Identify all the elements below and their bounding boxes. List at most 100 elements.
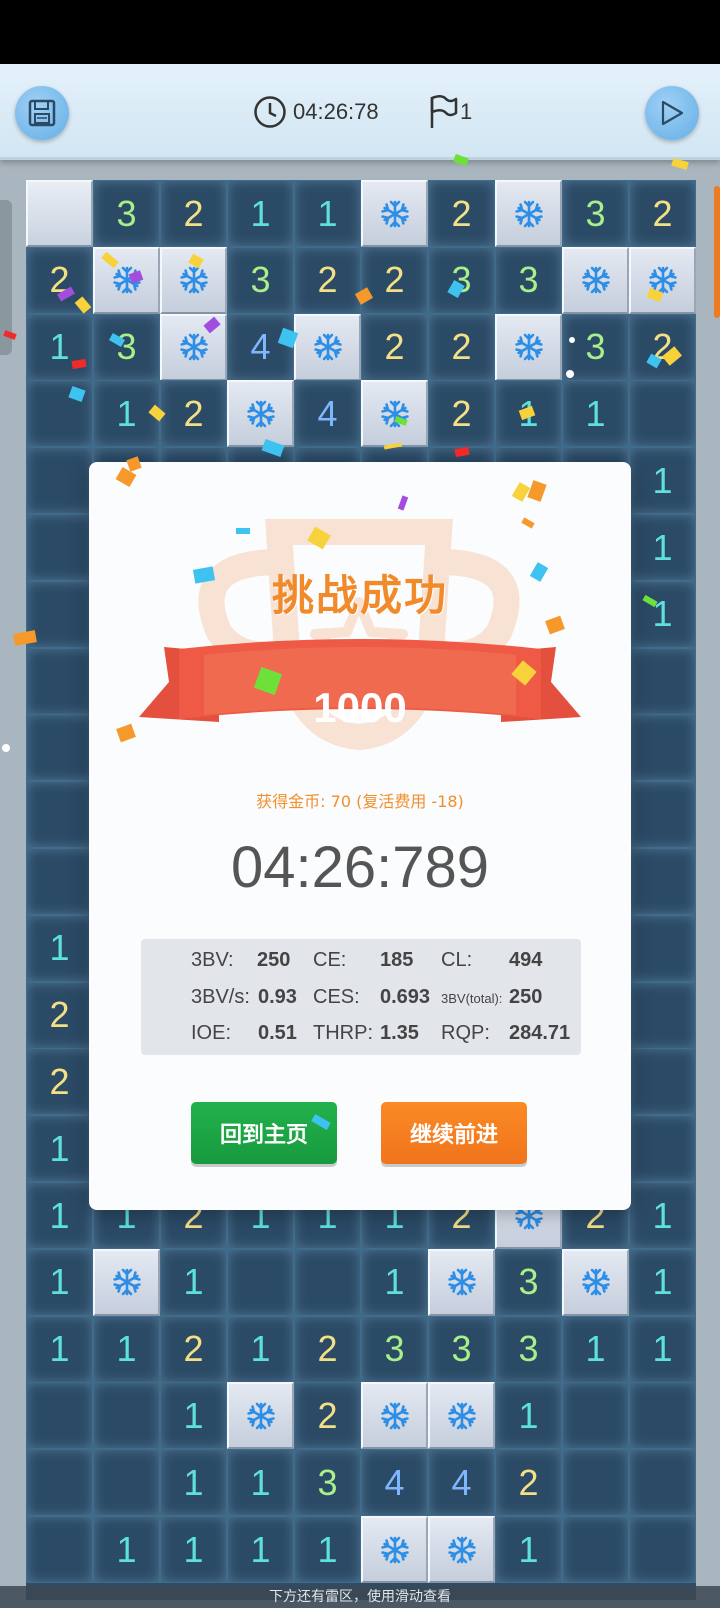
number-cell[interactable]: 2 [361, 246, 428, 314]
mine-cell[interactable] [361, 180, 428, 247]
number-cell[interactable]: 2 [629, 313, 696, 381]
number-cell[interactable]: 1 [629, 1315, 696, 1383]
number-cell[interactable]: 2 [294, 246, 361, 314]
play-button[interactable] [645, 86, 699, 140]
number-cell[interactable]: 1 [93, 1516, 160, 1583]
number-cell[interactable]: 2 [428, 313, 495, 381]
mine-cell[interactable] [227, 380, 294, 448]
number-cell[interactable]: 3 [227, 246, 294, 314]
number-cell[interactable]: 4 [428, 1449, 495, 1517]
number-cell[interactable]: 1 [93, 1315, 160, 1383]
left-scroll-rail[interactable] [0, 200, 12, 355]
number-cell[interactable]: 1 [495, 380, 562, 448]
number-cell[interactable]: 1 [361, 1248, 428, 1316]
number-cell[interactable]: 1 [26, 1248, 93, 1316]
number-cell[interactable]: 3 [361, 1315, 428, 1383]
number-cell[interactable]: 1 [26, 313, 93, 381]
mine-cell[interactable] [629, 246, 696, 314]
number-cell[interactable]: 3 [428, 246, 495, 314]
number-cell[interactable]: 4 [294, 380, 361, 448]
number-cell[interactable]: 2 [428, 380, 495, 448]
number-cell[interactable]: 2 [495, 1449, 562, 1517]
empty-cell[interactable] [26, 514, 93, 581]
empty-cell[interactable] [629, 981, 696, 1049]
empty-cell[interactable] [26, 1382, 93, 1450]
home-button[interactable]: 回到主页 [191, 1102, 337, 1164]
number-cell[interactable]: 1 [629, 1248, 696, 1316]
number-cell[interactable]: 1 [26, 1182, 93, 1249]
mine-cell[interactable] [93, 1248, 160, 1316]
empty-cell[interactable] [629, 1048, 696, 1116]
empty-cell[interactable] [26, 781, 93, 849]
empty-cell[interactable] [294, 1248, 361, 1316]
number-cell[interactable]: 2 [629, 180, 696, 247]
empty-cell[interactable] [26, 380, 93, 448]
empty-cell[interactable] [227, 1248, 294, 1316]
number-cell[interactable]: 1 [227, 1315, 294, 1383]
number-cell[interactable]: 1 [629, 447, 696, 515]
empty-cell[interactable] [629, 647, 696, 715]
number-cell[interactable]: 2 [294, 1382, 361, 1450]
number-cell[interactable]: 4 [361, 1449, 428, 1517]
continue-button[interactable]: 继续前进 [381, 1102, 527, 1164]
empty-cell[interactable] [26, 580, 93, 648]
number-cell[interactable]: 1 [26, 1315, 93, 1383]
number-cell[interactable]: 1 [629, 1182, 696, 1249]
number-cell[interactable]: 1 [629, 580, 696, 648]
mine-cell[interactable] [428, 1382, 495, 1450]
number-cell[interactable]: 1 [294, 1516, 361, 1583]
mine-cell[interactable] [361, 380, 428, 448]
scrollbar[interactable] [714, 186, 720, 318]
number-cell[interactable]: 3 [562, 180, 629, 247]
number-cell[interactable]: 1 [26, 1115, 93, 1183]
number-cell[interactable]: 1 [26, 914, 93, 982]
number-cell[interactable]: 1 [294, 180, 361, 247]
mine-cell[interactable] [361, 1382, 428, 1450]
empty-cell[interactable] [629, 848, 696, 915]
empty-cell[interactable] [629, 781, 696, 849]
save-button[interactable] [15, 86, 69, 140]
number-cell[interactable]: 1 [160, 1449, 227, 1517]
number-cell[interactable]: 3 [495, 1248, 562, 1316]
number-cell[interactable]: 3 [495, 246, 562, 314]
mine-cell[interactable] [361, 1516, 428, 1583]
empty-cell[interactable] [629, 1516, 696, 1583]
mine-cell[interactable] [294, 313, 361, 381]
number-cell[interactable]: 2 [26, 246, 93, 314]
number-cell[interactable]: 3 [495, 1315, 562, 1383]
empty-cell[interactable] [629, 1115, 696, 1183]
empty-cell[interactable] [629, 380, 696, 448]
number-cell[interactable]: 2 [160, 1315, 227, 1383]
number-cell[interactable]: 1 [160, 1382, 227, 1450]
empty-cell[interactable] [26, 714, 93, 782]
empty-cell[interactable] [26, 1449, 93, 1517]
mine-cell[interactable] [428, 1516, 495, 1583]
number-cell[interactable]: 3 [428, 1315, 495, 1383]
empty-cell[interactable] [629, 1382, 696, 1450]
number-cell[interactable]: 1 [495, 1382, 562, 1450]
empty-cell[interactable] [562, 1516, 629, 1583]
number-cell[interactable]: 1 [227, 180, 294, 247]
number-cell[interactable]: 2 [26, 1048, 93, 1116]
number-cell[interactable]: 4 [227, 313, 294, 381]
number-cell[interactable]: 1 [495, 1516, 562, 1583]
number-cell[interactable]: 1 [93, 380, 160, 448]
empty-cell[interactable] [26, 647, 93, 715]
number-cell[interactable]: 1 [160, 1248, 227, 1316]
mine-cell[interactable] [495, 313, 562, 381]
number-cell[interactable]: 1 [160, 1516, 227, 1583]
mine-cell[interactable] [428, 1248, 495, 1316]
number-cell[interactable]: 3 [93, 313, 160, 381]
empty-cell[interactable] [26, 848, 93, 915]
empty-cell[interactable] [629, 714, 696, 782]
number-cell[interactable]: 1 [227, 1516, 294, 1583]
mine-cell[interactable] [562, 246, 629, 314]
number-cell[interactable]: 1 [562, 1315, 629, 1383]
mine-cell[interactable] [160, 246, 227, 314]
empty-cell[interactable] [26, 447, 93, 515]
mine-cell[interactable] [227, 1382, 294, 1450]
number-cell[interactable]: 2 [26, 981, 93, 1049]
empty-cell[interactable] [629, 1449, 696, 1517]
number-cell[interactable]: 2 [160, 380, 227, 448]
number-cell[interactable]: 2 [361, 313, 428, 381]
